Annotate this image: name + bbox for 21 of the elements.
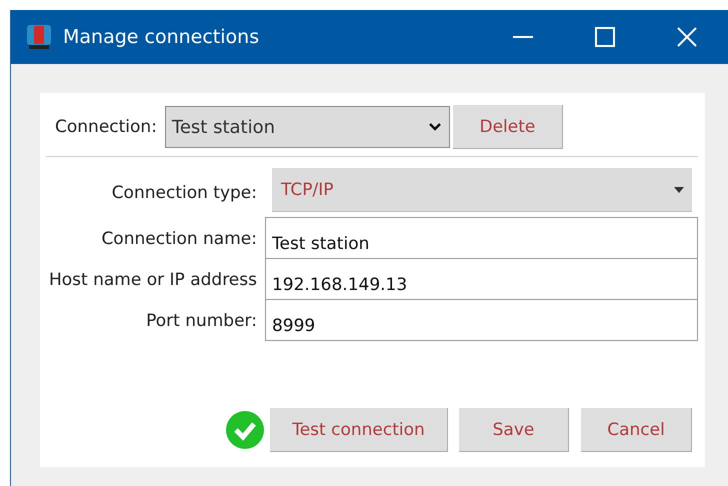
minimize-icon <box>513 36 533 38</box>
field-label: Connection type: <box>110 182 257 202</box>
connection-label: Connection: <box>55 117 157 137</box>
field-label: Host name or IP address <box>49 270 257 290</box>
input-field[interactable]: Test station <box>264 217 698 259</box>
test-connection-button[interactable]: Test connection <box>270 408 448 452</box>
connection-dropdown[interactable]: Test station <box>164 106 450 148</box>
save-button[interactable]: Save <box>459 408 569 452</box>
input-field[interactable]: 8999 <box>264 299 698 341</box>
cancel-button[interactable]: Cancel <box>581 408 692 452</box>
input-field[interactable]: 192.168.149.13 <box>264 258 698 300</box>
app-icon <box>25 23 53 51</box>
dropdown-arrow-icon <box>674 186 684 192</box>
maximize-icon <box>595 27 615 47</box>
field-label: Port number: <box>145 310 257 330</box>
window-title: Manage connections <box>63 26 260 48</box>
field-label: Connection name: <box>100 228 257 248</box>
chevron-down-icon <box>428 123 441 131</box>
delete-button[interactable]: Delete <box>452 105 563 149</box>
type-dropdown[interactable]: TCP/IP <box>272 168 692 212</box>
close-icon <box>677 27 697 47</box>
